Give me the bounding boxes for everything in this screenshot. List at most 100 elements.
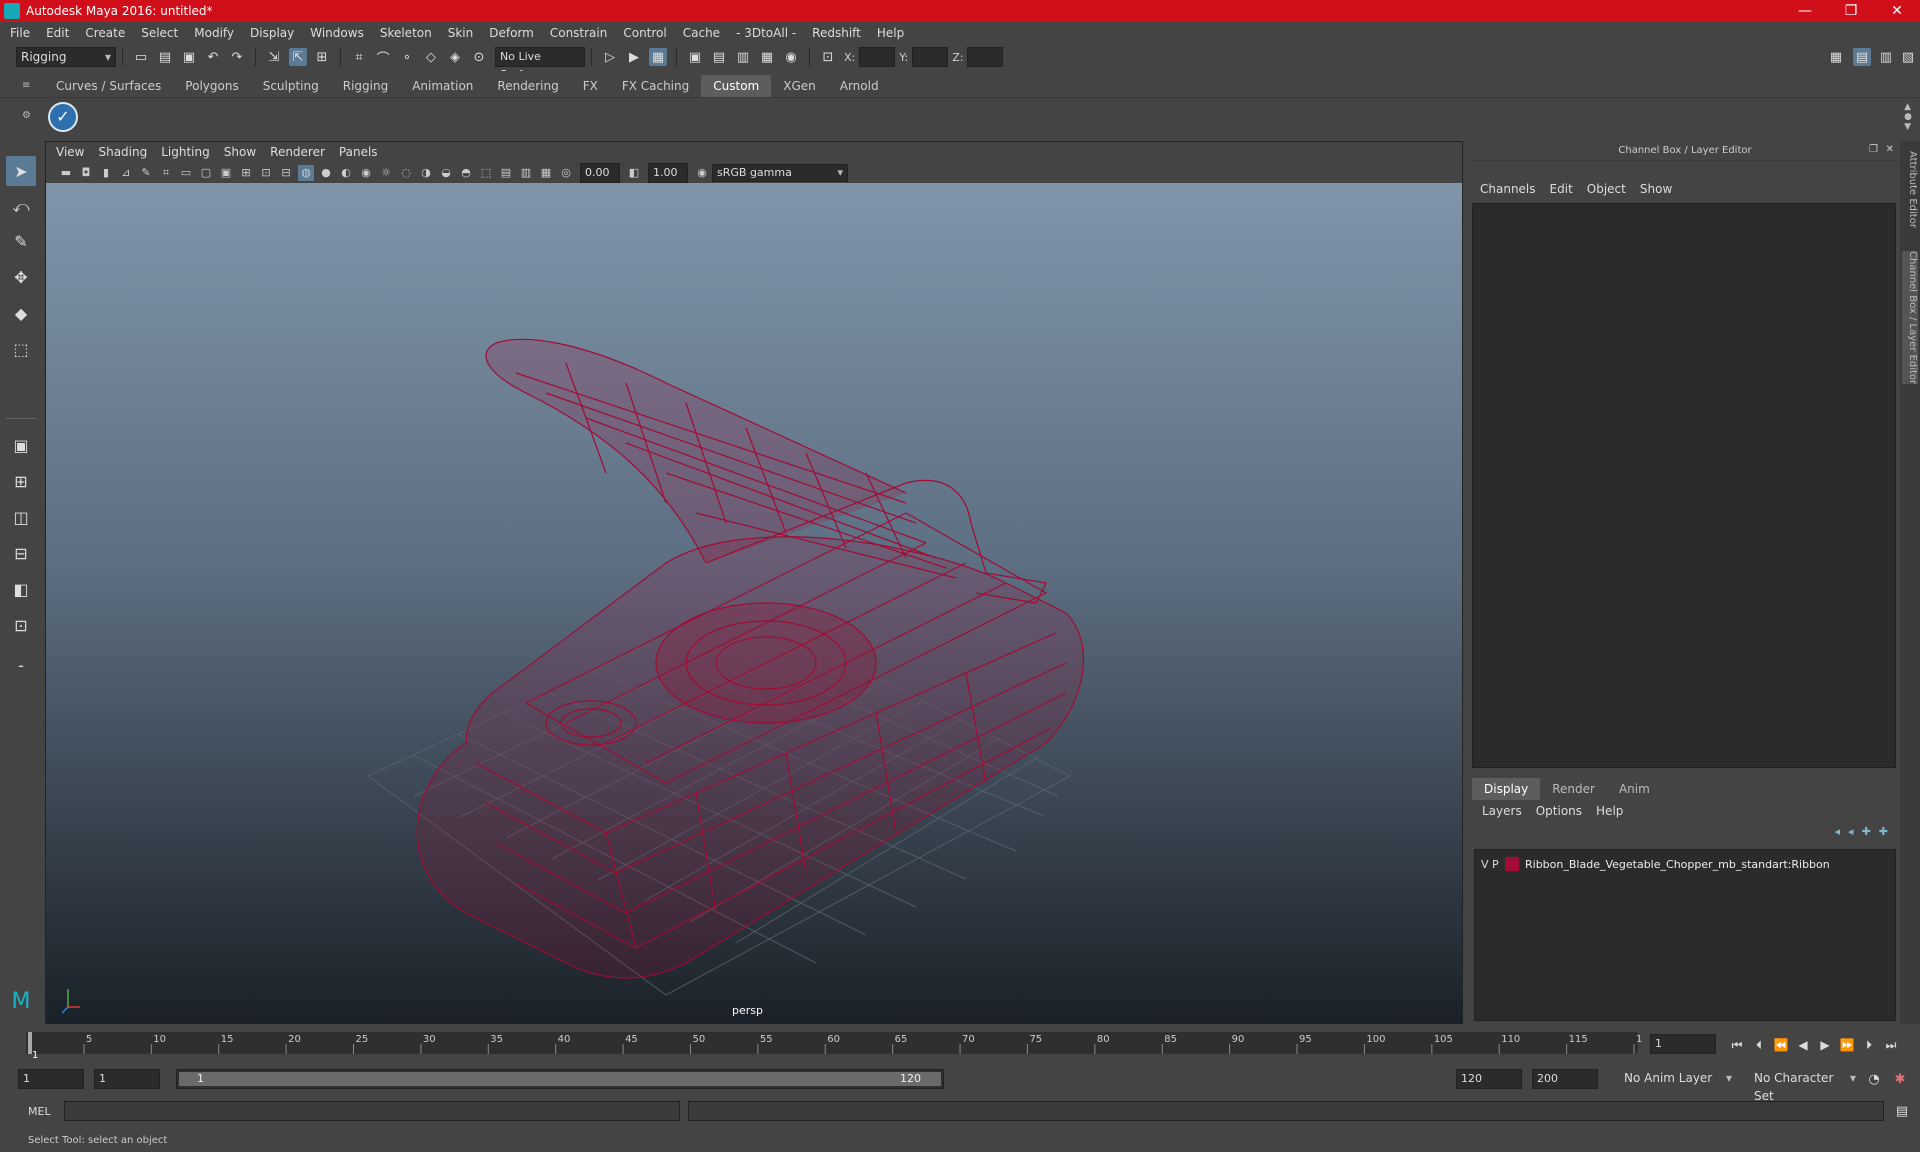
- animation-end-field[interactable]: 200: [1532, 1069, 1598, 1089]
- layer-tab-anim[interactable]: Anim: [1607, 778, 1662, 800]
- shelf-tab-curves-surfaces[interactable]: Curves / Surfaces: [44, 75, 173, 97]
- menu-file[interactable]: File: [10, 26, 30, 40]
- move-tool-icon[interactable]: ✥: [6, 262, 36, 292]
- ambient-occlusion-icon[interactable]: ◑: [418, 165, 434, 181]
- shelf-menu-icon[interactable]: ≡: [22, 80, 32, 91]
- playback-end-field[interactable]: 120: [1456, 1069, 1522, 1089]
- y-field[interactable]: [912, 47, 949, 67]
- menu-deform[interactable]: Deform: [489, 26, 534, 40]
- menu-help[interactable]: Help: [877, 26, 904, 40]
- image-plane-icon[interactable]: ⊿: [118, 165, 134, 181]
- custom-layout-icon[interactable]: -: [6, 650, 36, 680]
- four-view-layout-icon[interactable]: ⊞: [6, 466, 36, 496]
- exposure-field[interactable]: 0.00: [580, 162, 620, 183]
- menu-3dtoall[interactable]: - 3DtoAll -: [736, 26, 796, 40]
- color-space-dropdown[interactable]: sRGB gamma: [712, 163, 848, 182]
- gamma-field[interactable]: 1.00: [648, 162, 688, 183]
- shelf-tab-polygons[interactable]: Polygons: [173, 75, 250, 97]
- menu-constrain[interactable]: Constrain: [550, 26, 608, 40]
- move-layer-up-icon[interactable]: ◂: [1835, 825, 1841, 838]
- grease-pencil-icon[interactable]: ✎: [138, 165, 154, 181]
- persp-graph-layout-icon[interactable]: ⊟: [6, 538, 36, 568]
- side-tab-channel-box[interactable]: Channel Box / Layer Editor: [1902, 251, 1918, 385]
- range-slider[interactable]: 1 120: [176, 1069, 944, 1089]
- two-view-side-layout-icon[interactable]: ◫: [6, 502, 36, 532]
- select-tool-icon[interactable]: ➤: [6, 156, 36, 186]
- viewport-menu-show[interactable]: Show: [224, 145, 256, 159]
- restore-button[interactable]: ❐: [1828, 0, 1874, 22]
- time-slider[interactable]: 1 5 10 15 20 25 30 35 40 45 50 55 60 65 70 75 80 85 90 95 10…: [22, 1026, 1642, 1060]
- single-view-layout-icon[interactable]: ▣: [6, 430, 36, 460]
- new-layer-icon[interactable]: ✚: [1862, 825, 1871, 838]
- current-time-marker[interactable]: [28, 1032, 32, 1054]
- x-field[interactable]: [859, 47, 896, 67]
- close-panel-icon[interactable]: ✕: [1886, 144, 1894, 155]
- redo-icon[interactable]: ↷: [228, 48, 246, 66]
- scale-tool-icon[interactable]: ⬚: [6, 334, 36, 364]
- xray-components-icon[interactable]: ▦: [538, 165, 554, 181]
- playback-start-field[interactable]: 1: [94, 1069, 160, 1089]
- layer-menu-help[interactable]: Help: [1596, 804, 1623, 818]
- textured-icon[interactable]: ◉: [358, 165, 374, 181]
- close-button[interactable]: ✕: [1874, 0, 1920, 22]
- menu-modify[interactable]: Modify: [194, 26, 234, 40]
- animation-prefs-icon[interactable]: ✱: [1891, 1070, 1909, 1088]
- construction-history-icon[interactable]: ▦: [649, 48, 667, 66]
- viewport-menu-view[interactable]: View: [56, 145, 84, 159]
- step-forward-key-icon[interactable]: ⏩: [1838, 1038, 1856, 1052]
- snap-grid-icon[interactable]: ⌗: [350, 48, 368, 66]
- anim-layer-dropdown[interactable]: No Anim Layer: [1620, 1069, 1736, 1089]
- menu-skin[interactable]: Skin: [448, 26, 474, 40]
- outliner-persp-layout-icon[interactable]: ⊡: [6, 610, 36, 640]
- select-object-icon[interactable]: ⇱: [289, 48, 307, 66]
- channel-box-menu-channels[interactable]: Channels: [1480, 182, 1536, 196]
- step-forward-frame-icon[interactable]: ⏵: [1860, 1038, 1878, 1053]
- viewport-menu-shading[interactable]: Shading: [98, 145, 147, 159]
- current-frame-field[interactable]: 1: [1650, 1034, 1716, 1054]
- step-back-frame-icon[interactable]: ⏴: [1750, 1038, 1768, 1053]
- menu-create[interactable]: Create: [85, 26, 125, 40]
- custom-check-icon[interactable]: ✓: [48, 102, 78, 132]
- input-ops-icon[interactable]: ▷: [601, 48, 619, 66]
- side-tab-attribute-editor[interactable]: Attribute Editor: [1902, 151, 1918, 228]
- channel-box-toggle-icon[interactable]: ▧: [1899, 48, 1917, 66]
- animation-start-field[interactable]: 1: [18, 1069, 84, 1089]
- channel-box-menu-object[interactable]: Object: [1587, 182, 1626, 196]
- layer-menu-options[interactable]: Options: [1536, 804, 1582, 818]
- modeling-toolkit-icon[interactable]: ▦: [1827, 48, 1845, 66]
- character-set-dropdown[interactable]: No Character Set: [1750, 1069, 1860, 1103]
- menu-select[interactable]: Select: [141, 26, 178, 40]
- channel-box-menu-show[interactable]: Show: [1640, 182, 1672, 196]
- menu-edit[interactable]: Edit: [46, 26, 69, 40]
- shelf-tab-sculpting[interactable]: Sculpting: [251, 75, 331, 97]
- bookmark-icon[interactable]: ▮: [98, 165, 114, 181]
- minimize-button[interactable]: —: [1782, 0, 1828, 22]
- shelf-tab-custom[interactable]: Custom: [701, 75, 772, 97]
- viewport-menu-lighting[interactable]: Lighting: [161, 145, 210, 159]
- menu-redshift[interactable]: Redshift: [812, 26, 861, 40]
- go-to-end-icon[interactable]: ⏭: [1882, 1038, 1900, 1053]
- move-layer-down-icon[interactable]: ◂: [1848, 825, 1854, 838]
- transform-mode-icon[interactable]: ⊡: [819, 48, 837, 66]
- select-hierarchy-icon[interactable]: ⇲: [265, 48, 283, 66]
- isolate-select-icon[interactable]: ⬚: [478, 165, 494, 181]
- shelf-tab-animation[interactable]: Animation: [400, 75, 485, 97]
- output-ops-icon[interactable]: ▶: [625, 48, 643, 66]
- command-language-label[interactable]: MEL: [28, 1105, 51, 1118]
- camera-icon[interactable]: ▬: [58, 165, 74, 181]
- snap-point-icon[interactable]: ∘: [398, 48, 416, 66]
- snap-plane-icon[interactable]: ◇: [422, 48, 440, 66]
- layer-color-swatch[interactable]: [1505, 857, 1519, 871]
- z-field[interactable]: [967, 47, 1004, 67]
- undo-icon[interactable]: ↶: [204, 48, 222, 66]
- menu-control[interactable]: Control: [623, 26, 666, 40]
- render-settings-icon[interactable]: ▦: [758, 48, 776, 66]
- auto-key-icon[interactable]: ◔: [1865, 1070, 1883, 1088]
- open-scene-icon[interactable]: ▤: [156, 48, 174, 66]
- float-panel-icon[interactable]: ❐: [1869, 144, 1878, 155]
- shelf-settings-icon[interactable]: ⚙: [22, 110, 31, 121]
- safe-action-icon[interactable]: ⊡: [258, 165, 274, 181]
- xray-icon[interactable]: ▤: [498, 165, 514, 181]
- viewport-menu-panels[interactable]: Panels: [339, 145, 378, 159]
- ipr-render-icon[interactable]: ▥: [734, 48, 752, 66]
